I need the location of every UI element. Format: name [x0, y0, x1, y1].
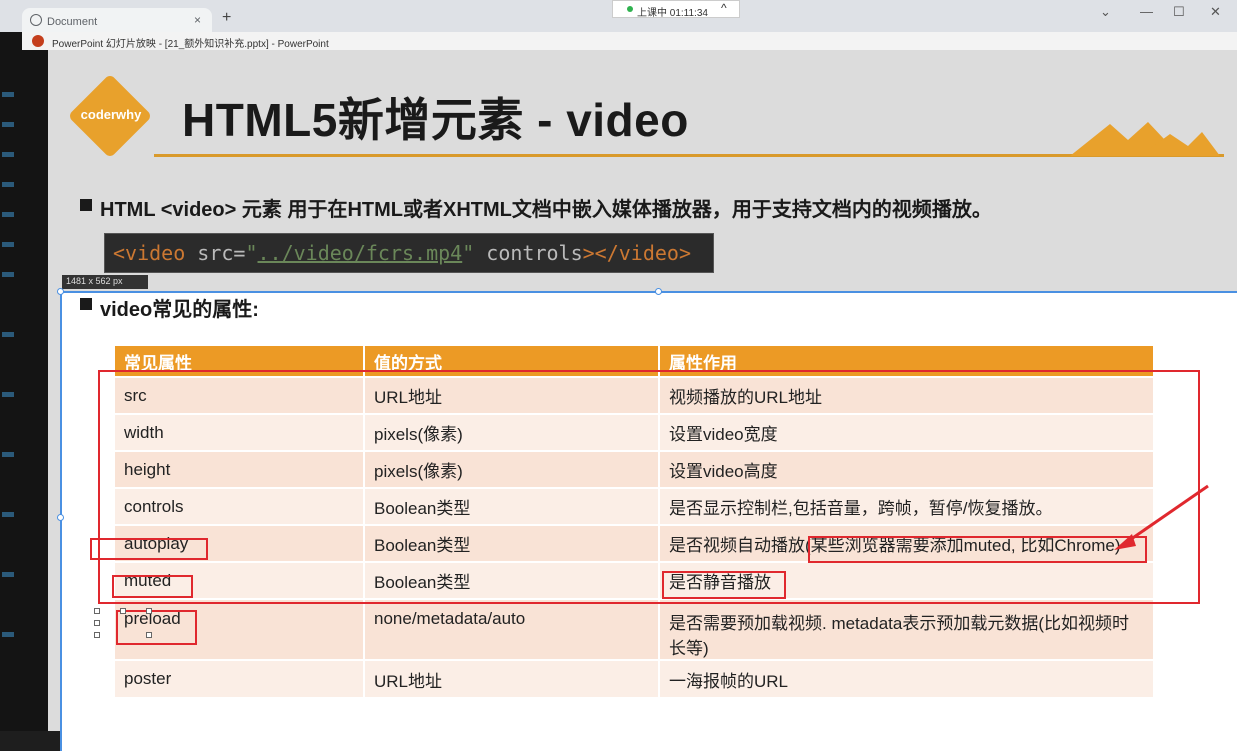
annotation-box-chrome	[808, 536, 1147, 563]
annotation-box-preload	[116, 610, 197, 645]
mountains-decoration-icon	[1070, 122, 1220, 156]
timer-text: 上课中 01:11:34	[637, 8, 708, 19]
resize-handle[interactable]	[94, 608, 100, 614]
bullet-icon	[80, 199, 92, 211]
new-tab-button[interactable]: +	[222, 9, 231, 27]
annotation-box-muted-desc	[662, 571, 786, 599]
bullet-icon	[80, 298, 92, 310]
browser-tab[interactable]: Document ×	[22, 8, 212, 32]
minimize-button[interactable]: —	[1140, 4, 1153, 19]
collapse-icon[interactable]: ⌄	[1100, 4, 1111, 20]
resize-handle[interactable]	[57, 288, 64, 295]
left-panel-edge	[0, 32, 48, 731]
powerpoint-icon	[32, 35, 44, 47]
maximize-button[interactable]: ☐	[1173, 4, 1185, 20]
slide-title: HTML5新增元素 - video	[182, 94, 689, 146]
resize-handle[interactable]	[146, 632, 152, 638]
attr-value-cell: URL地址	[364, 659, 660, 697]
resize-handle[interactable]	[57, 514, 64, 521]
attr-desc-cell: 一海报帧的URL	[659, 659, 1155, 697]
selection-size-label: 1481 x 562 px	[62, 275, 148, 289]
video-description: HTML <video> 元素 用于在HTML或者XHTML文档中嵌入媒体播放器…	[100, 199, 992, 221]
close-window-button[interactable]: ✕	[1210, 4, 1221, 20]
resize-handle[interactable]	[120, 608, 126, 614]
close-tab-icon[interactable]: ×	[194, 13, 201, 27]
red-arrow-icon	[1114, 484, 1209, 550]
annotation-box-autoplay	[90, 538, 208, 560]
attr-desc-cell: 是否需要预加载视频. metadata表示预加载元数据(比如视频时长等)	[659, 598, 1155, 660]
resize-handle[interactable]	[94, 620, 100, 626]
powerpoint-titlebar: PowerPoint 幻灯片放映 - [21_额外知识补充.pptx] - Po…	[22, 32, 1237, 50]
window-title: PowerPoint 幻灯片放映 - [21_额外知识补充.pptx] - Po…	[52, 39, 329, 50]
video-attributes-heading: video常见的属性:	[100, 299, 259, 321]
class-timer[interactable]: 上课中 01:11:34 ^	[612, 0, 740, 19]
resize-handle[interactable]	[655, 288, 662, 295]
annotation-box-muted	[112, 575, 193, 598]
code-snippet: <video src="../video/fcrs.mp4" controls>…	[104, 233, 714, 273]
globe-icon	[30, 14, 42, 26]
status-dot-icon	[627, 6, 633, 12]
annotation-box-big	[98, 370, 1200, 604]
resize-handle[interactable]	[146, 608, 152, 614]
attr-name-cell: poster	[115, 659, 365, 697]
title-underline	[154, 154, 1224, 157]
resize-handle[interactable]	[94, 632, 100, 638]
attr-value-cell: none/metadata/auto	[364, 598, 660, 660]
table-row: poster URL地址 一海报帧的URL	[115, 659, 1155, 697]
browser-tab-title: Document	[47, 16, 98, 28]
chevron-up-icon[interactable]: ^	[721, 1, 727, 15]
table-row: preload none/metadata/auto 是否需要预加载视频. me…	[115, 598, 1155, 660]
logo-text: coderwhy	[80, 107, 142, 122]
